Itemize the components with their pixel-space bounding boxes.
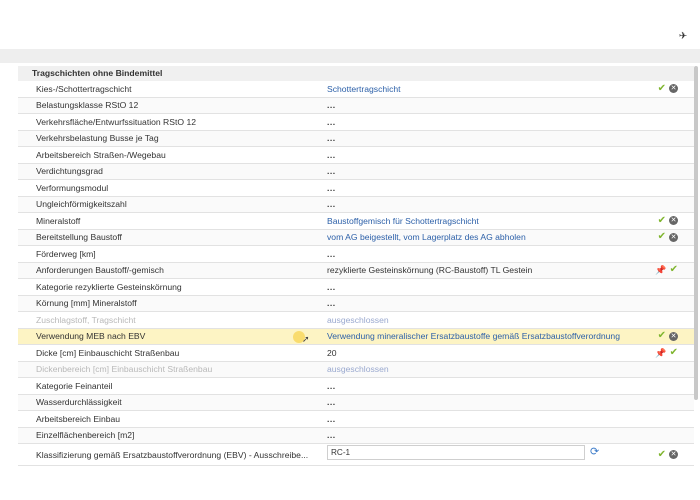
parameter-value: ausgeschlossen — [327, 364, 389, 375]
row-actions: ✔ ✕ — [658, 230, 678, 246]
remove-circle-icon[interactable]: ✕ — [669, 331, 678, 341]
parameter-label: Klassifizierung gemäß Ersatzbaustoffvero… — [36, 449, 309, 460]
parameter-value: ausgeschlossen — [327, 314, 389, 325]
toolbar-band — [0, 49, 700, 63]
confirm-check-icon[interactable]: ✔ — [658, 83, 666, 94]
parameter-label: Verdichtungsgrad — [36, 166, 103, 177]
confirm-check-icon[interactable]: ✔ — [658, 232, 666, 242]
parameter-value: 20 — [327, 347, 337, 358]
parameter-value[interactable]: ... — [327, 378, 647, 394]
parameter-value[interactable]: ... — [327, 180, 647, 196]
row-actions: ✔ ✕ — [658, 329, 678, 345]
parameter-row[interactable]: Verformungsmodul... — [18, 180, 694, 197]
parameter-row[interactable]: Kies-/Schottertragschicht Schottertragsch… — [18, 81, 694, 98]
parameter-row[interactable]: Dickenbereich [cm] Einbauschicht Straßen… — [18, 361, 694, 378]
parameter-row[interactable]: Zuschlagstoff, Tragschicht ausgeschlossen — [18, 312, 694, 329]
row-actions: 📌 ✔ — [655, 263, 678, 279]
parameter-label: Ungleichförmigkeitszahl — [36, 199, 127, 210]
parameter-row[interactable]: Kategorie Feinanteil... — [18, 378, 694, 395]
parameter-row[interactable]: Verkehrsfläche/Entwurfssituation RStO 12… — [18, 114, 694, 131]
parameter-row[interactable]: Belastungsklasse RStO 12... — [18, 97, 694, 114]
parameter-value[interactable]: ... — [327, 197, 647, 213]
parameter-value[interactable]: Schottertragschicht — [327, 81, 647, 97]
parameter-row[interactable]: Verdichtungsgrad... — [18, 163, 694, 180]
parameter-label: Arbeitsbereich Straßen-/Wegebau — [36, 149, 166, 160]
row-actions: 📌 ✔ — [655, 345, 678, 361]
remove-circle-icon[interactable]: ✕ — [669, 84, 678, 94]
parameter-value[interactable]: ... — [327, 411, 647, 427]
parameter-panel: Tragschichten ohne Bindemittel Kies-/Sch… — [18, 66, 694, 466]
parameter-label: Verkehrsfläche/Entwurfssituation RStO 12 — [36, 116, 197, 127]
parameter-value[interactable]: ... — [327, 428, 647, 444]
parameter-row[interactable]: Verkehrsbelastung Busse je Tag... — [18, 130, 694, 147]
parameter-label: Kategorie Feinanteil — [36, 380, 113, 391]
parameter-value[interactable]: ... — [327, 164, 647, 180]
parameter-row-classification[interactable]: Klassifizierung gemäß Ersatzbaustoffvero… — [18, 444, 694, 466]
parameter-value: rezyklierte Gesteinskörnung (RC-Baustoff… — [327, 265, 533, 276]
row-actions: ✔ ✕ — [658, 81, 678, 97]
parameter-value[interactable]: ... — [327, 131, 647, 147]
parameter-label: Verwendung MEB nach EBV — [36, 331, 146, 342]
mouse-cursor-icon: ➚ — [302, 333, 310, 344]
parameter-value[interactable]: vom AG beigestellt, vom Lagerplatz des A… — [327, 230, 647, 246]
confirm-check-icon[interactable]: ✔ — [670, 347, 678, 358]
parameter-value[interactable]: ... — [327, 395, 647, 411]
parameter-label: Belastungsklasse RStO 12 — [36, 100, 139, 111]
pin-icon[interactable]: 📌 — [655, 348, 666, 358]
classification-input[interactable]: RC-1 — [327, 445, 585, 460]
parameter-value[interactable]: ... — [327, 296, 647, 312]
parameter-row[interactable]: Einzelflächenbereich [m2]... — [18, 427, 694, 444]
parameter-label: Kies-/Schottertragschicht — [36, 83, 132, 94]
bird-logo-icon: ✈ — [678, 31, 688, 42]
parameter-row[interactable]: Wasserdurchlässigkeit... — [18, 394, 694, 411]
remove-circle-icon[interactable]: ✕ — [669, 232, 678, 242]
parameter-label: Förderweg [km] — [36, 248, 96, 259]
pin-icon[interactable]: 📌 — [655, 265, 666, 275]
parameter-row[interactable]: Arbeitsbereich Straßen-/Wegebau... — [18, 147, 694, 164]
confirm-check-icon[interactable]: ✔ — [658, 331, 666, 341]
parameter-value[interactable]: Verwendung mineralischer Ersatzbaustoffe… — [327, 329, 647, 345]
parameter-value[interactable]: Baustoffgemisch für Schottertragschicht — [327, 213, 647, 229]
parameter-row[interactable]: Mineralstoff Baustoffgemisch für Schotter… — [18, 213, 694, 230]
row-actions: ✔ ✕ — [658, 213, 678, 229]
parameter-label: Verformungsmodul — [36, 182, 109, 193]
parameter-label: Anforderungen Baustoff/-gemisch — [36, 265, 164, 276]
parameter-label: Dicke [cm] Einbauschicht Straßenbau — [36, 347, 180, 358]
parameter-label: Zuschlagstoff, Tragschicht — [36, 314, 136, 325]
parameter-value[interactable]: ... — [327, 114, 647, 130]
parameter-list: Kies-/Schottertragschicht Schottertragsch… — [18, 81, 694, 466]
parameter-label: Körnung [mm] Mineralstoff — [36, 298, 137, 309]
parameter-row[interactable]: Verwendung MEB nach EBV Verwendung minera… — [18, 328, 694, 345]
scrollbar[interactable] — [694, 66, 698, 400]
parameter-value[interactable]: ... — [327, 246, 647, 262]
parameter-row[interactable]: Bereitstellung Baustoff vom AG beigestell… — [18, 229, 694, 246]
parameter-row[interactable]: Anforderungen Baustoff/-gemisch rezyklier… — [18, 262, 694, 279]
parameter-row[interactable]: Förderweg [km]... — [18, 246, 694, 263]
parameter-row[interactable]: Ungleichförmigkeitszahl... — [18, 196, 694, 213]
parameter-label: Arbeitsbereich Einbau — [36, 413, 121, 424]
remove-circle-icon[interactable]: ✕ — [669, 216, 678, 226]
parameter-value[interactable]: ... — [327, 279, 647, 295]
parameter-label: Einzelflächenbereich [m2] — [36, 430, 135, 441]
parameter-label: Bereitstellung Baustoff — [36, 232, 122, 243]
parameter-label: Wasserdurchlässigkeit — [36, 397, 122, 408]
confirm-check-icon[interactable]: ✔ — [658, 215, 666, 226]
confirm-check-icon[interactable]: ✔ — [658, 449, 666, 460]
parameter-row[interactable]: Dicke [cm] Einbauschicht Straßenbau 20 📌 ✔ — [18, 345, 694, 362]
row-actions: ✔ ✕ — [658, 444, 678, 465]
remove-circle-icon[interactable]: ✕ — [669, 450, 678, 459]
parameter-label: Mineralstoff — [36, 215, 81, 226]
parameter-row[interactable]: Körnung [mm] Mineralstoff... — [18, 295, 694, 312]
section-header: Tragschichten ohne Bindemittel — [18, 66, 694, 81]
parameter-value[interactable]: ... — [327, 98, 647, 114]
parameter-value[interactable]: ... — [327, 147, 647, 163]
parameter-label: Verkehrsbelastung Busse je Tag — [36, 133, 159, 144]
confirm-check-icon[interactable]: ✔ — [670, 265, 678, 275]
parameter-label: Dickenbereich [cm] Einbauschicht Straßen… — [36, 364, 213, 375]
refresh-icon[interactable]: ⟳ — [590, 446, 599, 458]
parameter-row[interactable]: Arbeitsbereich Einbau... — [18, 411, 694, 428]
parameter-label: Kategorie rezyklierte Gesteinskörnung — [36, 281, 182, 292]
parameter-row[interactable]: Kategorie rezyklierte Gesteinskörnung... — [18, 279, 694, 296]
